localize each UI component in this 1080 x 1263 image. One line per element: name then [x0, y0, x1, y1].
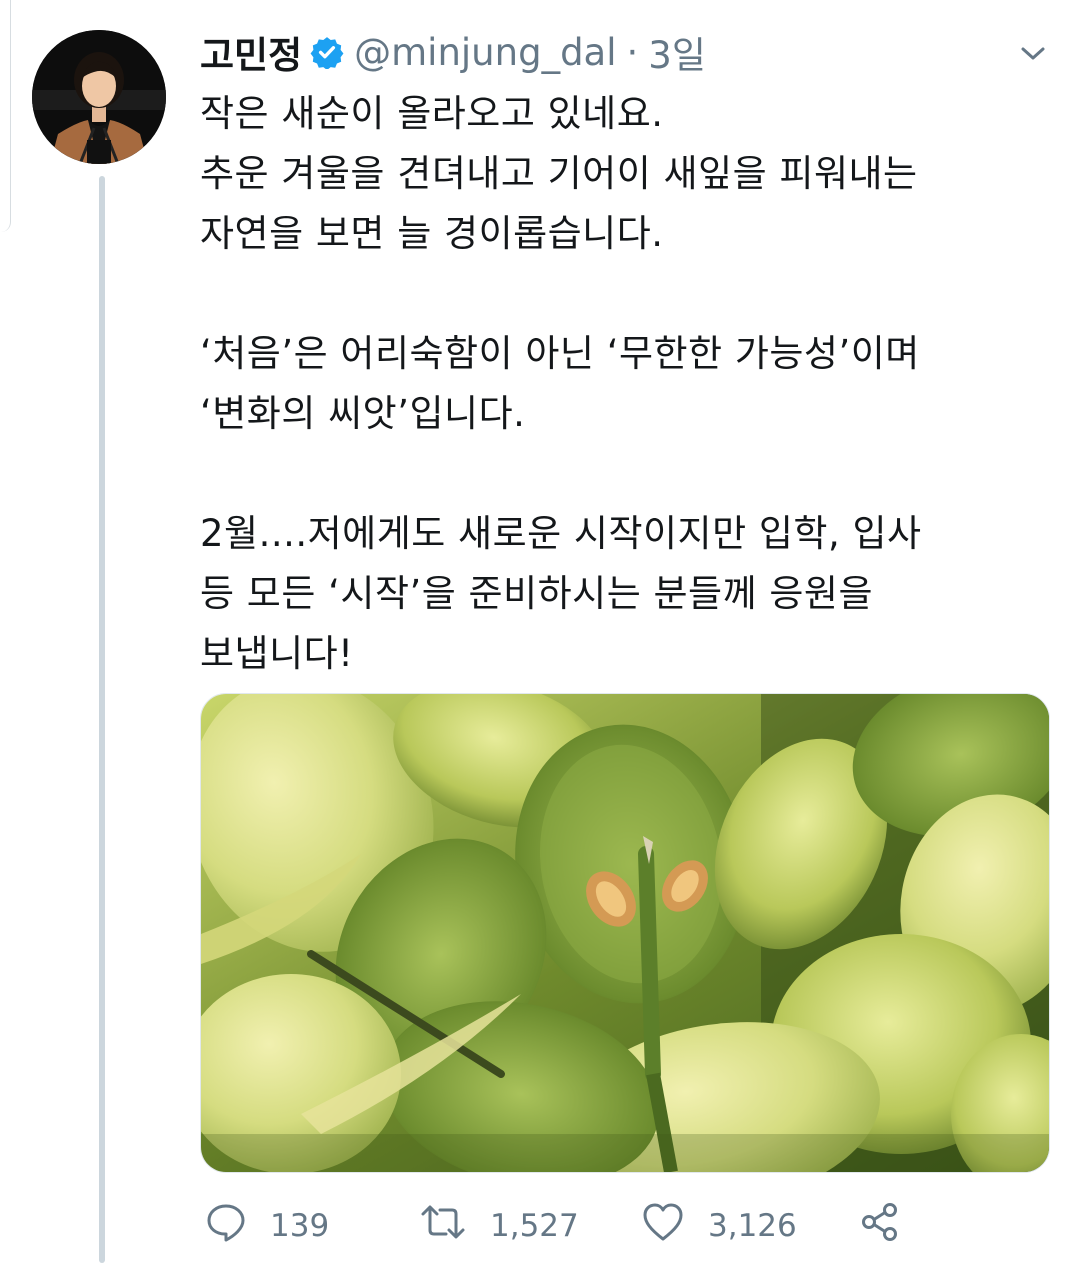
verified-badge-icon: [310, 35, 344, 69]
tweet-text-line: ‘처음’은 어리숙함이 아닌 ‘무한한 가능성’이며: [200, 332, 920, 375]
tweet-action-bar: 139 1,527 3,126: [200, 1198, 1060, 1254]
tweet-text-line: 등 모든 ‘시작’을 준비하시는 분들께 응원을: [200, 572, 874, 615]
reply-button[interactable]: 139: [204, 1198, 329, 1254]
share-icon: [858, 1200, 924, 1252]
tweet-text-line: 작은 새순이 올라오고 있네요.: [200, 92, 664, 135]
like-count: 3,126: [708, 1208, 797, 1244]
tweet-text-line: 자연을 보면 늘 경이롭습니다.: [200, 212, 664, 255]
author-handle[interactable]: @minjung_dal: [354, 31, 616, 74]
tweet-text-blank-line: [200, 264, 1060, 324]
tweet-photo[interactable]: [200, 693, 1050, 1173]
tweet-text-line: 추운 겨울을 견뎌내고 기어이 새잎을 피워내는: [200, 152, 918, 195]
share-button[interactable]: [858, 1198, 924, 1254]
chevron-down-icon[interactable]: [1016, 36, 1050, 70]
thread-connector-line: [99, 176, 105, 1263]
tweet-header: 고민정 @minjung_dal · 3일: [200, 25, 706, 79]
retweet-icon: [418, 1200, 490, 1252]
tweet-text-line: 보냅니다!: [200, 632, 354, 675]
heart-icon: [640, 1200, 708, 1252]
header-separator: ·: [626, 30, 639, 74]
tweet-text-line: 2월....저에게도 새로운 시작이지만 입학, 입사: [200, 512, 922, 555]
tweet-timestamp[interactable]: 3일: [648, 25, 706, 79]
previous-card-edge: [0, 0, 11, 232]
tweet-text-line: ‘변화의 씨앗’입니다.: [200, 392, 526, 435]
reply-icon: [204, 1200, 270, 1252]
retweet-count: 1,527: [490, 1208, 579, 1244]
reply-count: 139: [270, 1208, 330, 1244]
tweet-text: 작은 새순이 올라오고 있네요. 추운 겨울을 견뎌내고 기어이 새잎을 피워내…: [200, 84, 1060, 684]
like-button[interactable]: 3,126: [640, 1198, 797, 1254]
author-name[interactable]: 고민정: [200, 25, 302, 79]
author-avatar[interactable]: [32, 30, 166, 164]
tweet-text-blank-line: [200, 444, 1060, 504]
retweet-button[interactable]: 1,527: [418, 1198, 579, 1254]
